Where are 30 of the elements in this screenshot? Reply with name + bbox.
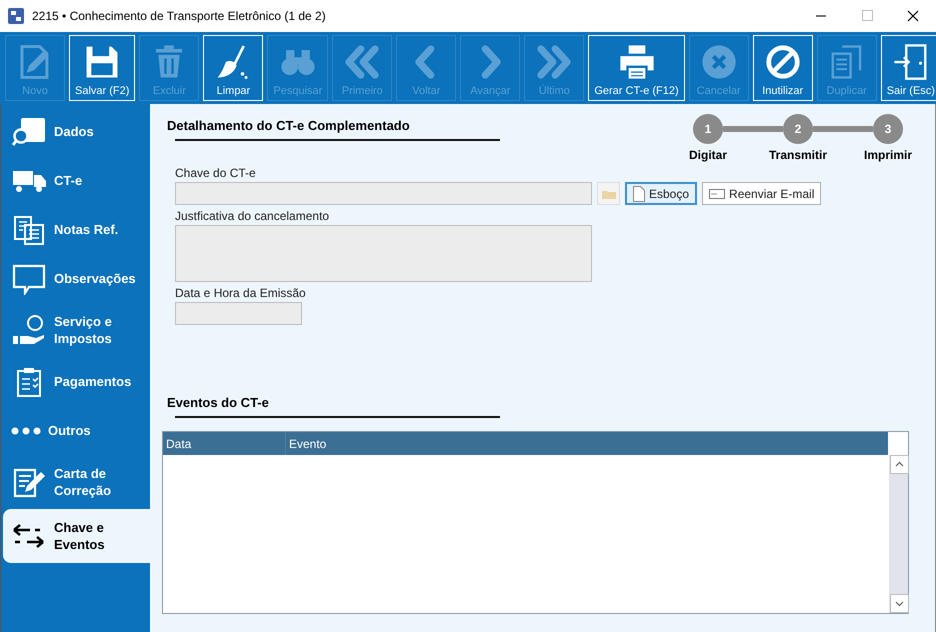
toolbar-button[interactable]: Salvar (F2) — [69, 35, 136, 101]
toolbar-button[interactable]: Gerar CT-e (F12) — [588, 35, 685, 101]
sidebar-item[interactable]: Serviço e Impostos — [3, 303, 150, 357]
sidebar-item[interactable]: Chave e Eventos — [3, 509, 150, 563]
section-heading: Eventos do CT-e — [167, 395, 270, 410]
column-header[interactable]: Evento — [286, 432, 888, 455]
sidebar-item[interactable]: Carta de Correção — [3, 455, 150, 509]
window-title: 2215 • Conhecimento de Transporte Eletrônico (1 de 2) — [32, 9, 327, 23]
resend-email-button[interactable]: Reenviar E-mail — [702, 182, 822, 205]
sidebar-item[interactable]: Pagamentos — [3, 357, 150, 406]
sidebar-item[interactable]: Outros — [3, 406, 150, 455]
toolbar-button[interactable]: Limpar — [203, 35, 264, 101]
toolbar-button[interactable]: Sair (Esc) — [880, 35, 936, 101]
sidebar-item[interactable]: Dados — [3, 107, 150, 156]
step-label: Transmitir — [768, 148, 828, 162]
step-number: 2 — [783, 114, 813, 144]
step-label: Imprimir — [864, 148, 912, 162]
step-number: 1 — [693, 114, 723, 144]
draft-button[interactable]: Esboço — [625, 182, 698, 205]
sidebar-item[interactable]: CT-e — [3, 156, 150, 205]
field-label: Data e Hora da Emissão — [175, 286, 307, 300]
toolbar-button[interactable]: Inutilizar — [752, 35, 813, 101]
sidebar-item[interactable]: Notas Ref. — [3, 205, 150, 254]
section-heading: Detalhamento do CT-e Complementado — [167, 118, 411, 133]
field-label: Chave do CT-e — [175, 166, 257, 180]
sidebar-item[interactable]: Observações — [3, 254, 150, 303]
step-number: 3 — [873, 114, 903, 144]
field-label: Justficativa do cancelamento — [175, 209, 330, 223]
step-label: Digitar — [688, 148, 727, 162]
column-header[interactable]: Data — [163, 432, 286, 455]
